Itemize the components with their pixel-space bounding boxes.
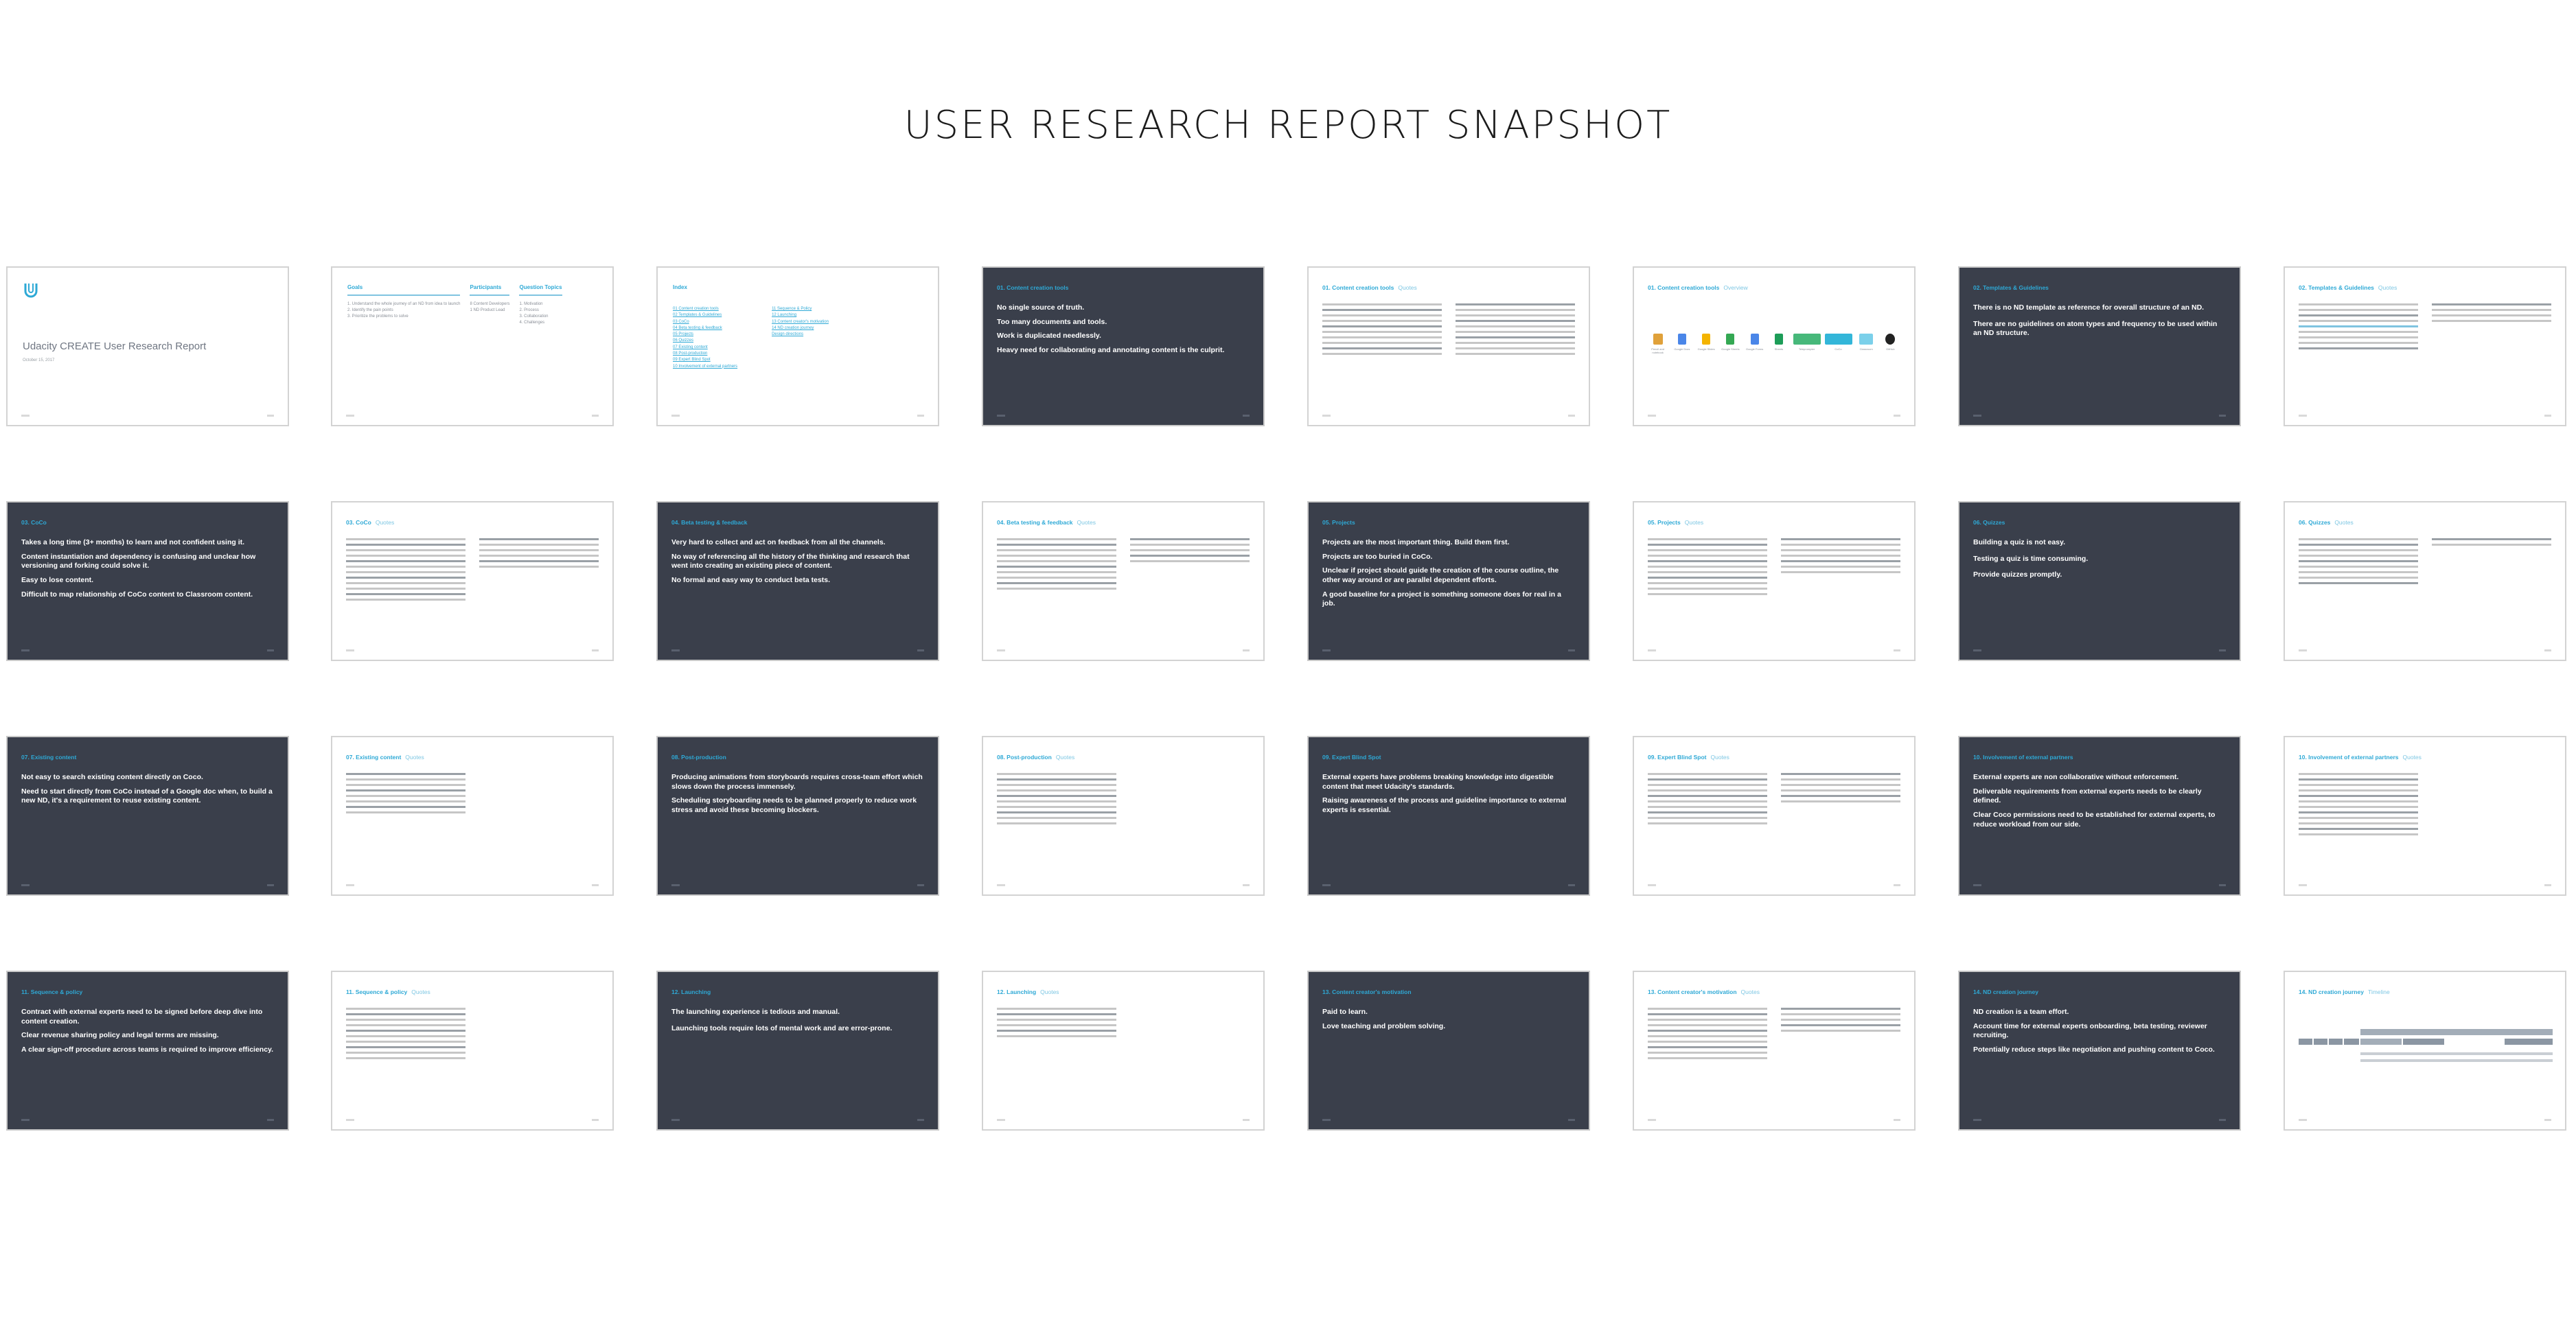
udacity-logo-icon [23,281,39,304]
google-forms-icon: Google Forms [1745,334,1764,351]
google-sheets-icon: Google Sheets [1721,334,1740,351]
index-left-list: 01 Content creation tools 02 Templates &… [673,306,737,370]
teleprompter-icon: Teleprompter [1793,334,1821,351]
slide-09-summary[interactable]: 09. Expert Blind Spot External experts h… [1307,736,1590,896]
index-link[interactable]: 14 ND creation journey [772,325,829,332]
index-link[interactable]: 13 Content creator's motivation [772,319,829,325]
slide-index[interactable]: Index 01 Content creation tools 02 Templ… [656,266,939,426]
index-link[interactable]: 05 Projects [673,332,737,338]
slide-07-summary[interactable]: 07. Existing content Not easy to search … [6,736,289,896]
slide-12-quotes[interactable]: 12. Launching Quotes [982,971,1265,1131]
cover-date: October 15, 2017 [23,358,55,362]
index-link[interactable]: 04 Beta testing & feedback [673,325,737,332]
index-link[interactable]: 11 Sequence & Policy [772,306,829,312]
slide-13-summary[interactable]: 13. Content creator's motivation Paid to… [1307,971,1590,1131]
slide-14-summary[interactable]: 14. ND creation journey ND creation is a… [1958,971,2241,1131]
slide-11-quotes[interactable]: 11. Sequence & policy Quotes [331,971,614,1131]
slide-01-tools-overview[interactable]: 01. Content creation tools Overview Penci… [1633,266,1916,426]
slide-01-summary[interactable]: 01. Content creation tools No single sou… [982,266,1265,426]
index-link[interactable]: 10 Involvement of external partners [673,364,737,370]
github-icon: GitHub [1881,334,1900,351]
slide-04-summary[interactable]: 04. Beta testing & feedback Very hard to… [656,501,939,661]
index-link[interactable]: 03 CoCo [673,319,737,325]
slide-05-quotes[interactable]: 05. Projects Quotes [1633,501,1916,661]
index-link[interactable]: 06 Quizzes [673,338,737,344]
coco-icon: CoCo [1824,334,1852,351]
slide-10-summary[interactable]: 10. Involvement of external partners Ext… [1958,736,2241,896]
slide-10-quotes[interactable]: 10. Involvement of external partners Quot… [2284,736,2566,896]
slide-12-summary[interactable]: 12. Launching The launching experience i… [656,971,939,1131]
slide-overview[interactable]: Goals 1. Understand the whole journey of… [331,266,614,426]
goals-column: Goals 1. Understand the whole journey of… [347,284,461,319]
slide-grid: Udacity CREATE User Research Report Octo… [0,0,2576,1318]
journey-roadmap [2299,1024,2553,1072]
notebook-icon: Pencil and notebook [1648,334,1668,354]
slide-06-summary[interactable]: 06. Quizzes Building a quiz is not easy.… [1958,501,2241,661]
cover-title: Udacity CREATE User Research Report [23,340,207,352]
slide-08-quotes[interactable]: 08. Post-production Quotes [982,736,1265,896]
tool-icons: Pencil and notebook Google Docs Google S… [1648,334,1900,354]
classroom-icon: Classroom [1856,334,1876,351]
index-heading: Index [673,284,687,290]
index-link[interactable]: 07 Existing content [673,345,737,351]
slide-01-quotes[interactable]: 01. Content creation tools Quotes [1307,266,1590,426]
slide-07-quotes[interactable]: 07. Existing content Quotes [331,736,614,896]
slide-03-quotes[interactable]: 03. CoCo Quotes [331,501,614,661]
slide-02-summary[interactable]: 02. Templates & Guidelines There is no N… [1958,266,2241,426]
slide-14-timeline[interactable]: 14. ND creation journey Timeline [2284,971,2566,1131]
slide-09-quotes[interactable]: 09. Expert Blind Spot Quotes [1633,736,1916,896]
slide-06-quotes[interactable]: 06. Quizzes Quotes [2284,501,2566,661]
index-link[interactable]: 01 Content creation tools [673,306,737,312]
topics-column: Question Topics 1. Motivation 2. Process… [519,284,562,325]
slide-08-summary[interactable]: 08. Post-production Producing animations… [656,736,939,896]
google-slides-icon: Google Slides [1697,334,1716,351]
index-right-list: 11 Sequence & Policy 12 Launching 13 Con… [772,306,829,370]
index-link[interactable]: 02 Templates & Guidelines [673,312,737,319]
slide-04-quotes[interactable]: 04. Beta testing & feedback Quotes [982,501,1265,661]
index-link[interactable]: 09 Expert Blind Spot [673,357,737,363]
slide-05-summary[interactable]: 05. Projects Projects are the most impor… [1307,501,1590,661]
slide-02-quotes[interactable]: 02. Templates & Guidelines Quotes [2284,266,2566,426]
sheets-icon: Sheets [1769,334,1789,351]
index-link[interactable]: 08 Post-production [673,351,737,357]
participants-column: Participants 8 Content Developers 1 ND P… [470,284,510,312]
slide-13-quotes[interactable]: 13. Content creator's motivation Quotes [1633,971,1916,1131]
index-link[interactable]: 12 Launching [772,312,829,319]
index-link-design-directions[interactable]: Design directions [772,332,829,338]
google-docs-icon: Google Docs [1672,334,1692,351]
slide-cover[interactable]: Udacity CREATE User Research Report Octo… [6,266,289,426]
slide-03-summary[interactable]: 03. CoCo Takes a long time (3+ months) t… [6,501,289,661]
slide-11-summary[interactable]: 11. Sequence & policy Contract with exte… [6,971,289,1131]
